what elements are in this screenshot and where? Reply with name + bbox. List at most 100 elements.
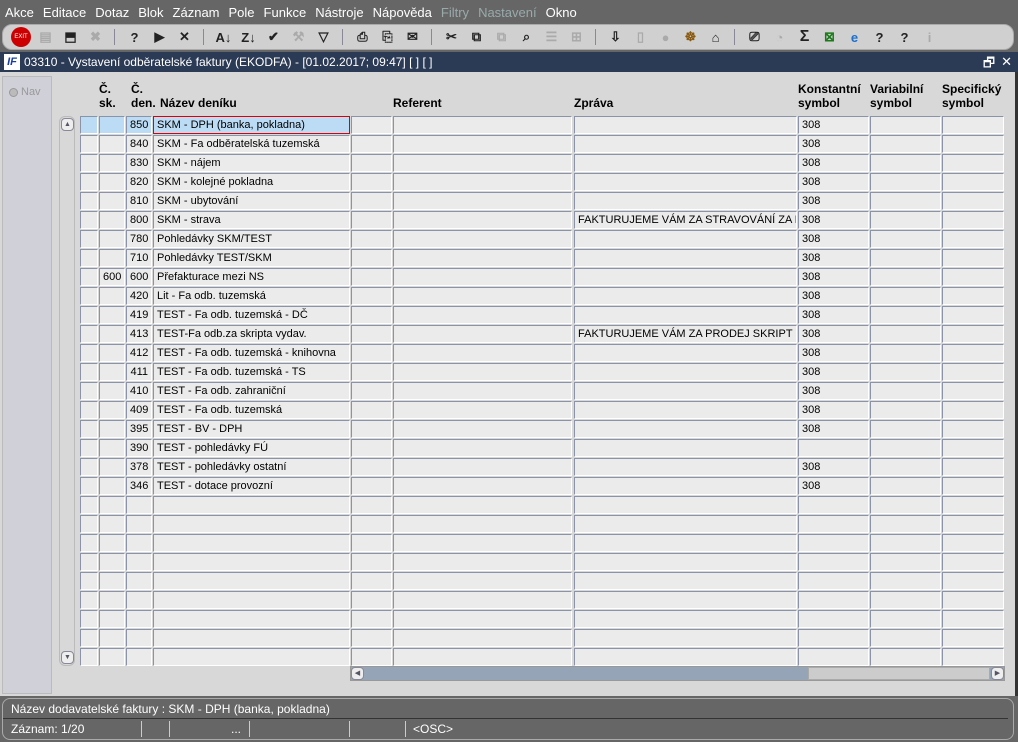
find-icon[interactable]: ⌕ xyxy=(516,27,537,48)
cell-konst[interactable] xyxy=(798,439,869,457)
cell-blank[interactable] xyxy=(80,211,98,229)
cell-blank[interactable] xyxy=(80,458,98,476)
check-icon[interactable]: ✔ xyxy=(263,27,284,48)
cell-sk[interactable] xyxy=(99,249,125,267)
delete-record-icon[interactable]: ✖ xyxy=(85,27,106,48)
cell-sk[interactable] xyxy=(99,591,125,609)
cell-konst[interactable]: 308 xyxy=(798,230,869,248)
cell-zprava[interactable] xyxy=(574,344,797,362)
cell-spec[interactable] xyxy=(942,382,1004,400)
print-setup-icon[interactable]: ⎘ xyxy=(377,27,398,48)
report-icon[interactable]: ⎚ xyxy=(744,27,765,48)
cell-konst[interactable]: 308 xyxy=(798,306,869,324)
cell-zprava[interactable] xyxy=(574,173,797,191)
cell-blank[interactable] xyxy=(351,306,392,324)
cell-spec[interactable] xyxy=(942,534,1004,552)
cell-sk[interactable] xyxy=(99,458,125,476)
cell-sk[interactable] xyxy=(99,287,125,305)
cell-var[interactable] xyxy=(870,230,941,248)
cell-spec[interactable] xyxy=(942,192,1004,210)
cell-sk[interactable] xyxy=(99,306,125,324)
cell-sk[interactable] xyxy=(99,211,125,229)
cell-ref[interactable] xyxy=(393,382,572,400)
cell-konst[interactable]: 308 xyxy=(798,154,869,172)
cell-nazev[interactable]: TEST - Fa odb. tuzemská - DČ xyxy=(153,306,350,324)
cell-ref[interactable] xyxy=(393,629,572,647)
cell-blank[interactable] xyxy=(80,515,98,533)
cell-blank[interactable] xyxy=(80,173,98,191)
cell-den[interactable]: 830 xyxy=(126,154,152,172)
nav-radio[interactable]: Nav xyxy=(9,86,41,98)
vertical-scrollbar[interactable]: ▲ ▼ xyxy=(59,116,75,666)
cell-nazev[interactable]: SKM - Fa odběratelská tuzemská xyxy=(153,135,350,153)
cell-ref[interactable] xyxy=(393,268,572,286)
cell-nazev[interactable]: Pohledávky SKM/TEST xyxy=(153,230,350,248)
cell-konst[interactable]: 308 xyxy=(798,325,869,343)
cell-den[interactable] xyxy=(126,629,152,647)
menu-zaznam[interactable]: Záznam xyxy=(173,5,220,20)
cell-sk[interactable] xyxy=(99,192,125,210)
cell-blank[interactable] xyxy=(80,420,98,438)
cell-spec[interactable] xyxy=(942,268,1004,286)
cell-zprava[interactable] xyxy=(574,572,797,590)
cell-konst[interactable]: 308 xyxy=(798,268,869,286)
cell-den[interactable] xyxy=(126,496,152,514)
cell-spec[interactable] xyxy=(942,306,1004,324)
info-icon[interactable]: i xyxy=(919,27,940,48)
cell-sk[interactable] xyxy=(99,420,125,438)
cell-spec[interactable] xyxy=(942,154,1004,172)
cell-sk[interactable] xyxy=(99,173,125,191)
print-icon[interactable]: ⎙ xyxy=(352,27,373,48)
cell-blank[interactable] xyxy=(351,610,392,628)
cell-sk[interactable] xyxy=(99,154,125,172)
menu-akce[interactable]: Akce xyxy=(5,5,34,20)
cell-den[interactable]: 410 xyxy=(126,382,152,400)
cell-ref[interactable] xyxy=(393,211,572,229)
cell-spec[interactable] xyxy=(942,249,1004,267)
cell-konst[interactable]: 308 xyxy=(798,211,869,229)
cell-blank[interactable] xyxy=(80,572,98,590)
cell-var[interactable] xyxy=(870,591,941,609)
cell-den[interactable]: 409 xyxy=(126,401,152,419)
cell-var[interactable] xyxy=(870,211,941,229)
cell-zprava[interactable] xyxy=(574,534,797,552)
cell-den[interactable]: 413 xyxy=(126,325,152,343)
cell-blank[interactable] xyxy=(80,306,98,324)
cell-ref[interactable] xyxy=(393,420,572,438)
cell-konst[interactable]: 308 xyxy=(798,287,869,305)
wrench-icon[interactable]: ⚒ xyxy=(288,27,309,48)
cell-konst[interactable] xyxy=(798,534,869,552)
cell-ref[interactable] xyxy=(393,439,572,457)
cell-zprava[interactable] xyxy=(574,249,797,267)
home-alert-icon[interactable]: ⌂ xyxy=(705,27,726,48)
cell-blank[interactable] xyxy=(80,268,98,286)
sort-desc-icon[interactable]: Z↓ xyxy=(238,27,259,48)
cell-blank[interactable] xyxy=(351,477,392,495)
horizontal-scrollbar[interactable]: ◀ ▶ xyxy=(350,666,1005,681)
cell-ref[interactable] xyxy=(393,515,572,533)
cell-spec[interactable] xyxy=(942,496,1004,514)
cell-nazev[interactable] xyxy=(153,591,350,609)
cell-blank[interactable] xyxy=(351,154,392,172)
cell-den[interactable]: 820 xyxy=(126,173,152,191)
cell-var[interactable] xyxy=(870,420,941,438)
cell-zprava[interactable] xyxy=(574,135,797,153)
cell-var[interactable] xyxy=(870,515,941,533)
cell-ref[interactable] xyxy=(393,496,572,514)
cell-blank[interactable] xyxy=(80,439,98,457)
cell-zprava[interactable] xyxy=(574,154,797,172)
cell-ref[interactable] xyxy=(393,325,572,343)
cell-spec[interactable] xyxy=(942,116,1004,134)
cell-var[interactable] xyxy=(870,458,941,476)
cell-blank[interactable] xyxy=(80,382,98,400)
cell-spec[interactable] xyxy=(942,458,1004,476)
cell-spec[interactable] xyxy=(942,648,1004,666)
cell-ref[interactable] xyxy=(393,230,572,248)
cell-den[interactable]: 412 xyxy=(126,344,152,362)
scroll-right-icon[interactable]: ▶ xyxy=(991,667,1004,680)
cell-spec[interactable] xyxy=(942,420,1004,438)
cell-ref[interactable] xyxy=(393,249,572,267)
mail-icon[interactable]: ✉ xyxy=(402,27,423,48)
cell-sk[interactable] xyxy=(99,116,125,134)
cell-nazev[interactable]: TEST - pohledávky ostatní xyxy=(153,458,350,476)
